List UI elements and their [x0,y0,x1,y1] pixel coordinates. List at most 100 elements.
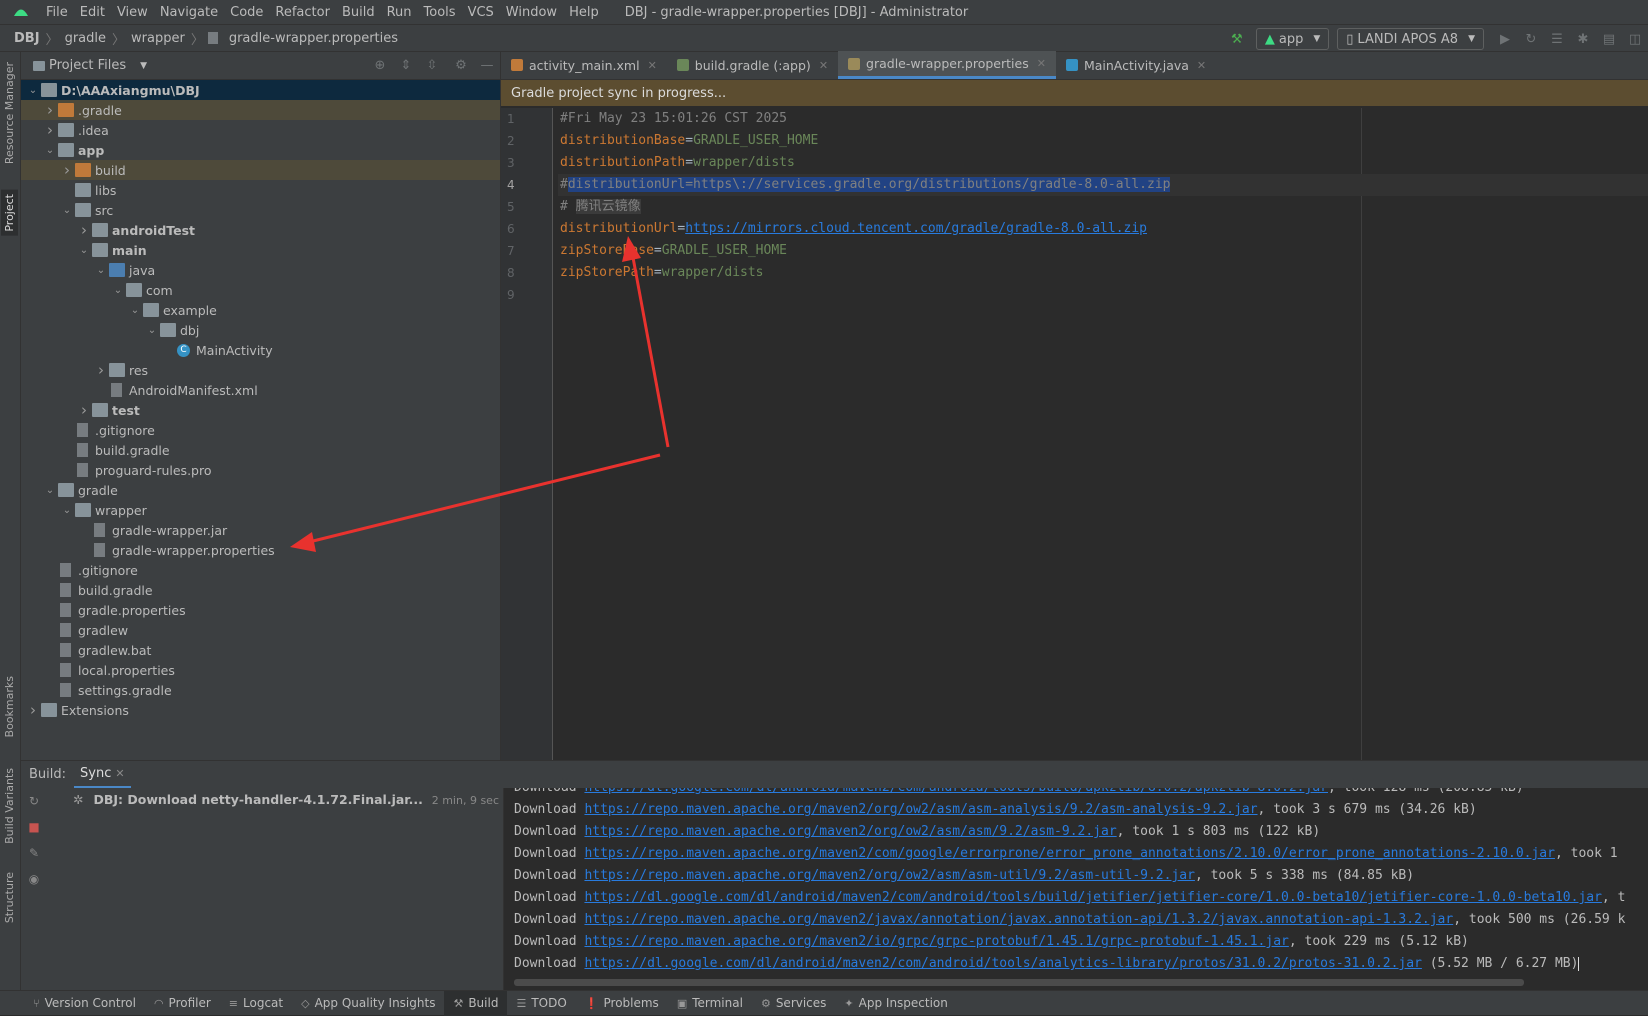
close-icon[interactable]: ✕ [1037,57,1046,70]
close-icon[interactable]: ✕ [819,59,828,72]
gear-icon[interactable]: ⚙ [453,58,469,74]
menu-item-build[interactable]: Build [336,5,381,20]
code-line[interactable]: #Fri May 23 15:01:26 CST 2025 [558,108,1648,130]
breadcrumb-wrapper[interactable]: wrapper [127,31,189,46]
menu-item-tools[interactable]: Tools [418,5,462,20]
menu-item-edit[interactable]: Edit [74,5,111,20]
chevron-right-icon[interactable]: › [93,361,109,379]
menu-item-vcs[interactable]: VCS [462,5,500,20]
tree-node[interactable]: settings.gradle [21,680,500,700]
download-link[interactable]: https://dl.google.com/dl/android/maven2/… [584,788,1328,795]
rerun-icon[interactable]: ↻ [21,788,47,814]
structure-tab[interactable]: Structure [1,868,18,927]
chevron-down-icon[interactable]: ⌄ [25,85,41,96]
debug-icon[interactable]: ☰ [1549,31,1565,47]
menu-item-view[interactable]: View [111,5,154,20]
resource-manager-tab[interactable]: Resource Manager [1,58,18,168]
pin-icon[interactable]: ✎ [21,840,47,866]
chevron-right-icon[interactable]: › [76,221,92,239]
code-line[interactable]: zipStoreBase=GRADLE_USER_HOME [558,240,1648,262]
code-line[interactable]: distributionPath=wrapper/dists [558,152,1648,174]
close-icon[interactable]: ✕ [115,767,124,780]
tool-window-profiler[interactable]: ◠ Profiler [145,991,220,1016]
chevron-right-icon[interactable]: › [42,121,58,139]
stop-icon[interactable]: ■ [21,814,47,840]
menu-item-refactor[interactable]: Refactor [269,5,336,20]
tool-window-problems[interactable]: ❗ Problems [576,991,668,1016]
eye-icon[interactable]: ◉ [21,866,47,892]
tree-node[interactable]: C MainActivity [21,340,500,360]
chevron-down-icon[interactable]: ⌄ [144,325,160,336]
tool-window-app-inspection[interactable]: ✦ App Inspection [835,991,956,1016]
chevron-down-icon[interactable]: ⌄ [127,305,143,316]
code-line[interactable]: zipStorePath=wrapper/dists [558,262,1648,284]
horizontal-scrollbar[interactable] [514,979,1524,986]
download-link[interactable]: https://repo.maven.apache.org/maven2/org… [584,824,1116,839]
editor-tab[interactable]: gradle-wrapper.properties ✕ [838,51,1056,79]
tree-node[interactable]: gradle-wrapper.jar [21,520,500,540]
chevron-down-icon[interactable]: ⌄ [93,265,109,276]
editor-tab[interactable]: build.gradle (:app) ✕ [667,51,838,79]
chevron-right-icon[interactable]: › [42,101,58,119]
tree-node[interactable]: gradlew.bat [21,640,500,660]
tree-node[interactable]: › androidTest [21,220,500,240]
tree-node[interactable]: .gitignore [21,420,500,440]
run-config-select[interactable]: ▲ app ▼ [1255,28,1330,50]
minimize-icon[interactable]: — [479,58,495,74]
tree-node[interactable]: build.gradle [21,440,500,460]
run-icon[interactable]: ▶ [1497,31,1513,47]
download-link[interactable]: https://repo.maven.apache.org/maven2/io/… [584,934,1288,949]
tree-node[interactable]: › .idea [21,120,500,140]
tool-window-app-quality-insights[interactable]: ◇ App Quality Insights [292,991,444,1016]
code-line[interactable]: # 腾讯云镜像 [558,196,1648,218]
chevron-right-icon[interactable]: › [59,161,75,179]
editor-tab[interactable]: activity_main.xml ✕ [501,51,667,79]
bookmarks-tab[interactable]: Bookmarks [1,672,18,741]
tree-node[interactable]: ⌄ app [21,140,500,160]
stop-icon[interactable]: ◫ [1627,31,1643,47]
breadcrumb-gradle[interactable]: gradle [61,31,110,46]
chevron-down-icon[interactable]: ⌄ [76,245,92,256]
expand-all-icon[interactable]: ⇕ [398,58,414,74]
download-link[interactable]: https://dl.google.com/dl/android/maven2/… [584,890,1601,905]
tree-node[interactable]: › .gradle [21,100,500,120]
download-link[interactable]: https://repo.maven.apache.org/maven2/org… [584,802,1257,817]
breadcrumb-file[interactable]: gradle-wrapper.properties [225,31,402,46]
download-link[interactable]: https://repo.maven.apache.org/maven2/jav… [584,912,1453,927]
build-console[interactable]: Download https://dl.google.com/dl/androi… [504,788,1648,990]
tree-node[interactable]: gradlew [21,620,500,640]
tree-node[interactable]: ⌄ src [21,200,500,220]
tree-node[interactable]: build.gradle [21,580,500,600]
apply-changes-icon[interactable]: ↻ [1523,31,1539,47]
tree-node[interactable]: .gitignore [21,560,500,580]
tree-node[interactable]: ⌄ java [21,260,500,280]
menu-item-help[interactable]: Help [563,5,605,20]
tool-window-terminal[interactable]: ▣ Terminal [668,991,752,1016]
tree-node[interactable]: AndroidManifest.xml [21,380,500,400]
hammer-icon[interactable]: ⚒ [1229,31,1245,47]
code-line[interactable] [558,284,1648,306]
code-line[interactable]: distributionBase=GRADLE_USER_HOME [558,130,1648,152]
tree-node[interactable]: ⌄ com [21,280,500,300]
profile-icon[interactable]: ✱ [1575,31,1591,47]
code-line[interactable]: #distributionUrl=https\://services.gradl… [558,174,1648,196]
tool-window-build[interactable]: ⚒ Build [444,990,508,1016]
tree-node[interactable]: gradle.properties [21,600,500,620]
device-select[interactable]: ▯ LANDI APOS A8 ▼ [1337,28,1484,50]
build-variants-tab[interactable]: Build Variants [1,764,18,848]
build-task[interactable]: ✲ DBJ: Download netty-handler-4.1.72.Fin… [73,792,423,807]
download-link[interactable]: https://repo.maven.apache.org/maven2/org… [584,868,1194,883]
tree-node[interactable]: libs [21,180,500,200]
close-icon[interactable]: ✕ [1197,59,1206,72]
tree-node[interactable]: local.properties [21,660,500,680]
sync-tab[interactable]: Sync ✕ [74,761,131,789]
chevron-down-icon[interactable]: ⌄ [110,285,126,296]
tree-node[interactable]: › Extensions [21,700,500,720]
tree-node[interactable]: proguard-rules.pro [21,460,500,480]
editor-tab[interactable]: MainActivity.java ✕ [1056,51,1216,79]
download-link[interactable]: https://dl.google.com/dl/android/maven2/… [584,956,1421,971]
breadcrumb-project[interactable]: DBJ [10,31,44,46]
close-icon[interactable]: ✕ [648,59,657,72]
menu-item-code[interactable]: Code [224,5,269,20]
tree-node[interactable]: ⌄ example [21,300,500,320]
